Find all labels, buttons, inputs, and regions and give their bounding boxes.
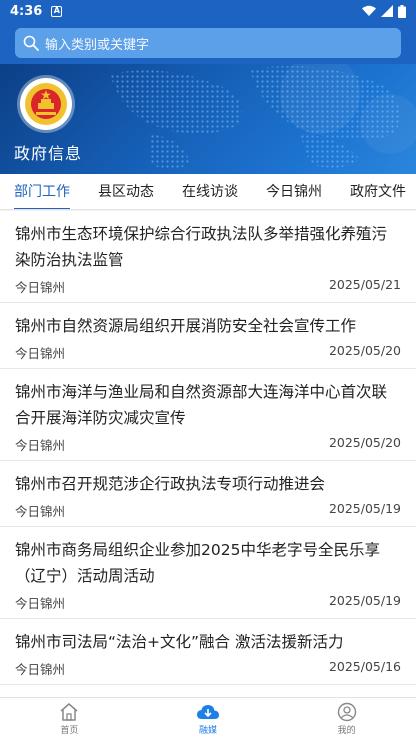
news-title: 锦州市商务局组织企业参加2025中华老字号全民乐享（辽宁）活动周活动 (15, 541, 380, 585)
signal-icon (381, 5, 393, 17)
tab-county-news[interactable]: 县区动态 (84, 174, 168, 209)
user-icon (337, 702, 356, 721)
search-bar: 输入类别或关键字 (0, 22, 416, 64)
news-title: 锦州市自然资源局组织开展消防安全社会宣传工作 (15, 317, 357, 335)
battery-icon (398, 4, 406, 18)
news-date: 2025/05/21 (328, 277, 401, 292)
nav-media-label: 融媒 (199, 725, 218, 736)
news-source: 今日锦州 (15, 346, 66, 361)
news-source: 今日锦州 (15, 596, 66, 611)
news-date: 2025/05/19 (328, 593, 401, 608)
tab-today-jinzhou[interactable]: 今日锦州 (252, 174, 336, 209)
bottom-nav: 首页 融媒 我的 (0, 697, 416, 739)
news-source: 今日锦州 (15, 662, 66, 677)
nav-media[interactable]: 融媒 (139, 698, 278, 739)
news-title: 锦州市海洋与渔业局和自然资源部大连海洋中心首次联合开展海洋防灾减灾宣传 (15, 383, 388, 427)
list-item[interactable]: 锦州市司法局“法治+文化”融合 激活法援新活力 今日锦州 2025/05/16 (0, 619, 416, 685)
search-input[interactable]: 输入类别或关键字 (15, 28, 401, 58)
list-item[interactable]: 锦州市召开规范涉企行政执法专项行动推进会 今日锦州 2025/05/19 (0, 461, 416, 527)
nav-home-label: 首页 (60, 725, 79, 736)
emblem-icon (25, 83, 67, 125)
nav-mine-label: 我的 (337, 725, 356, 736)
home-icon (60, 702, 78, 721)
list-item[interactable]: 锦州市自然资源局组织开展消防安全社会宣传工作 今日锦州 2025/05/20 (0, 303, 416, 369)
news-title: 锦州市召开规范涉企行政执法专项行动推进会 (15, 475, 326, 493)
cloud-icon (197, 704, 219, 719)
tab-government-documents[interactable]: 政府文件 (336, 174, 416, 209)
news-list: 锦州市生态环境保护综合行政执法队多举措强化养殖污染防治执法监管 今日锦州 2025… (0, 211, 416, 697)
list-item[interactable]: 锦州市生态环境保护综合行政执法队多举措强化养殖污染防治执法监管 今日锦州 2025… (0, 211, 416, 303)
news-title: 锦州市司法局“法治+文化”融合 激活法援新活力 (15, 633, 344, 651)
list-item[interactable]: 锦州市海洋与渔业局和自然资源部大连海洋中心首次联合开展海洋防灾减灾宣传 今日锦州… (0, 369, 416, 461)
status-icons (362, 4, 406, 18)
tab-department-work[interactable]: 部门工作 (0, 174, 84, 209)
news-date: 2025/05/20 (328, 435, 401, 450)
news-date: 2025/05/16 (328, 659, 401, 674)
tab-online-interview[interactable]: 在线访谈 (168, 174, 252, 209)
notification-icon: A (51, 5, 63, 17)
search-placeholder: 输入类别或关键字 (45, 37, 150, 53)
news-source: 今日锦州 (15, 504, 66, 519)
category-tabs: 部门工作 县区动态 在线访谈 今日锦州 政府文件 (0, 174, 416, 210)
status-time: 4:36 (10, 3, 43, 19)
news-date: 2025/05/20 (328, 343, 401, 358)
national-emblem-logo (20, 78, 72, 130)
nav-mine[interactable]: 我的 (277, 698, 416, 739)
news-title: 锦州市生态环境保护综合行政执法队多举措强化养殖污染防治执法监管 (15, 225, 388, 269)
status-bar: 4:36 A (0, 0, 416, 22)
news-date: 2025/05/19 (328, 501, 401, 516)
list-item[interactable]: 锦州市商务局组织企业参加2025中华老字号全民乐享（辽宁）活动周活动 今日锦州 2… (0, 527, 416, 619)
wifi-icon (362, 5, 376, 16)
nav-home[interactable]: 首页 (0, 698, 139, 739)
news-source: 今日锦州 (15, 280, 66, 295)
header-banner: 政府信息 (0, 64, 416, 174)
search-icon (23, 35, 39, 51)
banner-title: 政府信息 (14, 144, 83, 163)
news-source: 今日锦州 (15, 438, 66, 453)
